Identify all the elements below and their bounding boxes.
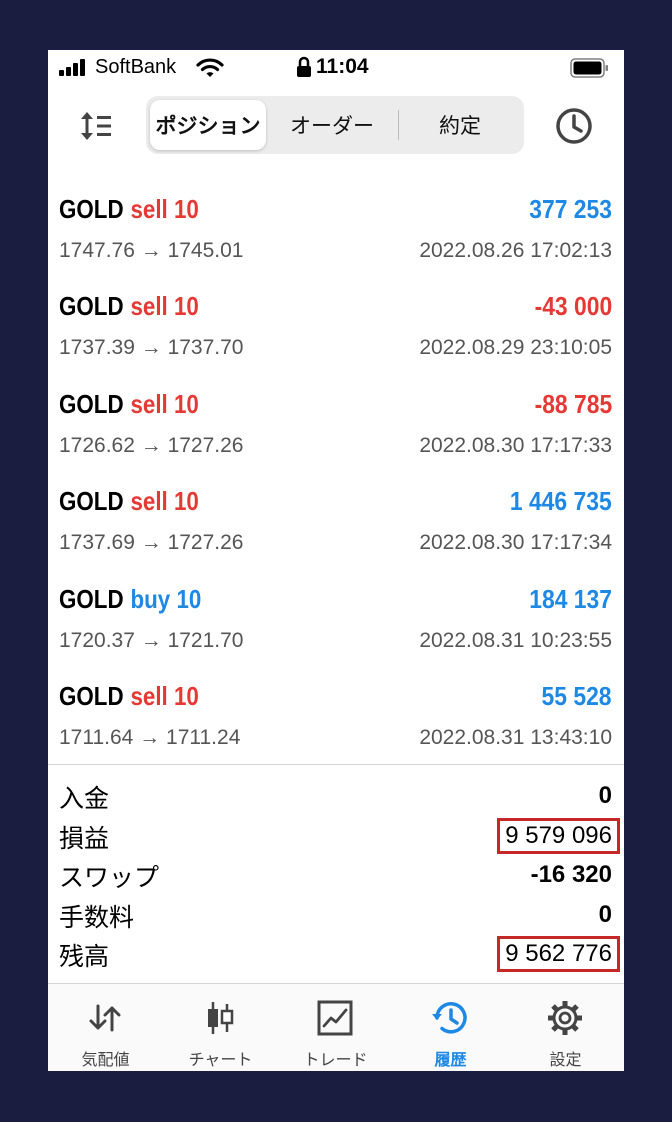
deal-volume: 10 bbox=[173, 680, 199, 711]
deal-datetime: 2022.08.26 17:02:13 bbox=[419, 239, 612, 262]
deal-symbol: GOLD bbox=[59, 680, 124, 711]
swap-value: -16 320 bbox=[530, 861, 612, 888]
deal-row[interactable]: GOLD sell 10 1 446 735 1737.69 → 1727.26 … bbox=[48, 468, 624, 565]
deal-volume: 10 bbox=[173, 291, 199, 322]
deal-datetime: 2022.08.31 10:23:55 bbox=[419, 628, 612, 652]
deal-row[interactable]: GOLD sell 10 -88 785 1726.62 → 1727.26 20… bbox=[48, 371, 624, 468]
summary-divider bbox=[48, 764, 624, 765]
summary-row-profit: 損益 9 579 096 bbox=[48, 816, 624, 856]
tab-history-label: 履歴 bbox=[434, 1052, 467, 1069]
deposit-value: 0 bbox=[598, 782, 612, 809]
deal-symbol: GOLD bbox=[59, 388, 124, 419]
balance-value: 9 562 776 bbox=[497, 936, 620, 972]
profit-label: 損益 bbox=[59, 824, 110, 853]
deal-volume: 10 bbox=[173, 388, 199, 419]
deal-volume: 10 bbox=[173, 486, 199, 517]
deal-profit: -88 785 bbox=[534, 388, 612, 419]
deal-datetime: 2022.08.30 17:17:34 bbox=[419, 531, 612, 555]
deal-row[interactable]: GOLD sell 10 377 253 1747.76 → 1745.01 20… bbox=[48, 176, 624, 273]
summary-row-deposit: 入金 0 bbox=[48, 776, 624, 816]
deal-profit: 184 137 bbox=[529, 583, 612, 614]
lock-icon bbox=[297, 56, 311, 77]
tab-settings[interactable]: 設定 bbox=[508, 984, 623, 1071]
phone-screen: SoftBank 11:04 ポジション オーダー 約定 GOLD sell 1… bbox=[48, 50, 624, 1071]
summary-row-swap: スワップ -16 320 bbox=[48, 855, 624, 895]
tab-quotes-label: 気配値 bbox=[81, 1052, 130, 1069]
deal-prices: 1747.76 → 1745.01 bbox=[59, 239, 244, 262]
tab-chart-label: チャート bbox=[188, 1052, 253, 1069]
wifi-icon bbox=[196, 58, 224, 77]
status-bar: SoftBank 11:04 bbox=[48, 50, 624, 86]
tab-quotes[interactable]: 気配値 bbox=[48, 984, 163, 1071]
deal-row[interactable]: GOLD sell 10 55 528 1711.64 → 1711.24 202… bbox=[48, 663, 624, 760]
deal-volume: 10 bbox=[176, 583, 202, 614]
tab-deals[interactable]: 約定 bbox=[400, 100, 520, 150]
deal-side: sell bbox=[130, 388, 168, 419]
deal-datetime: 2022.08.31 13:43:10 bbox=[419, 725, 612, 749]
swap-label: スワップ bbox=[59, 864, 160, 892]
tab-settings-label: 設定 bbox=[549, 1052, 582, 1069]
deal-prices: 1737.39 → 1737.70 bbox=[59, 336, 244, 360]
deal-symbol: GOLD bbox=[59, 583, 124, 614]
sort-icon[interactable] bbox=[78, 108, 118, 144]
deal-datetime: 2022.08.29 23:10:05 bbox=[419, 336, 612, 360]
deal-side: sell bbox=[130, 291, 168, 322]
deal-symbol: GOLD bbox=[59, 486, 124, 517]
deal-side: sell bbox=[130, 486, 168, 517]
tab-history[interactable]: 履歴 bbox=[393, 984, 508, 1071]
trade-chart-icon bbox=[317, 1000, 353, 1036]
deal-profit: 377 253 bbox=[529, 194, 612, 224]
deal-profit: 1 446 735 bbox=[510, 486, 612, 517]
deal-datetime: 2022.08.30 17:17:33 bbox=[419, 433, 612, 457]
bottom-tab-bar: 気配値 チャート トレード 履歴 設定 bbox=[48, 983, 624, 1071]
history-toolbar: ポジション オーダー 約定 bbox=[48, 94, 624, 164]
deals-list: GOLD sell 10 377 253 1747.76 → 1745.01 20… bbox=[48, 176, 624, 760]
commission-value: 0 bbox=[598, 900, 612, 928]
segment-divider bbox=[398, 110, 399, 140]
tab-trade-label: トレード bbox=[303, 1052, 368, 1069]
tab-trade[interactable]: トレード bbox=[278, 984, 393, 1071]
deal-volume: 10 bbox=[173, 194, 199, 224]
history-icon bbox=[432, 1002, 467, 1034]
deal-side: sell bbox=[130, 194, 168, 224]
candlestick-icon bbox=[208, 1002, 234, 1034]
summary-row-commission: 手数料 0 bbox=[48, 895, 624, 935]
deal-prices: 1737.69 → 1727.26 bbox=[59, 531, 244, 555]
summary-panel: 入金 0 損益 9 579 096 スワップ -16 320 手数料 0 残高 … bbox=[48, 776, 624, 974]
deal-row[interactable]: GOLD buy 10 184 137 1720.37 → 1721.70 202… bbox=[48, 566, 624, 663]
deposit-label: 入金 bbox=[59, 785, 110, 813]
signal-icon bbox=[59, 59, 89, 76]
deal-profit: -43 000 bbox=[534, 291, 612, 322]
deal-side: buy bbox=[130, 583, 171, 614]
battery-icon bbox=[570, 58, 608, 78]
status-time: 11:04 bbox=[316, 55, 369, 78]
deal-prices: 1720.37 → 1721.70 bbox=[59, 628, 244, 652]
tab-chart[interactable]: チャート bbox=[163, 984, 278, 1071]
segmented-control: ポジション オーダー 約定 bbox=[146, 96, 524, 154]
tab-orders[interactable]: オーダー bbox=[270, 100, 394, 150]
carrier-name: SoftBank bbox=[95, 56, 177, 78]
commission-label: 手数料 bbox=[59, 903, 135, 932]
deal-profit: 55 528 bbox=[542, 680, 612, 711]
deal-symbol: GOLD bbox=[59, 291, 124, 322]
deal-prices: 1726.62 → 1727.26 bbox=[59, 433, 244, 457]
tab-positions[interactable]: ポジション bbox=[150, 100, 266, 150]
deal-row[interactable]: GOLD sell 10 -43 000 1737.39 → 1737.70 20… bbox=[48, 273, 624, 370]
deal-prices: 1711.64 → 1711.24 bbox=[59, 725, 241, 749]
profit-value: 9 579 096 bbox=[497, 817, 620, 854]
deal-symbol: GOLD bbox=[59, 194, 124, 224]
gear-icon bbox=[548, 1001, 582, 1035]
deal-side: sell bbox=[130, 680, 168, 711]
quotes-arrows-icon bbox=[89, 1004, 121, 1032]
balance-label: 残高 bbox=[59, 943, 110, 971]
summary-row-balance: 残高 9 562 776 bbox=[48, 934, 624, 974]
clock-icon[interactable] bbox=[554, 106, 594, 146]
